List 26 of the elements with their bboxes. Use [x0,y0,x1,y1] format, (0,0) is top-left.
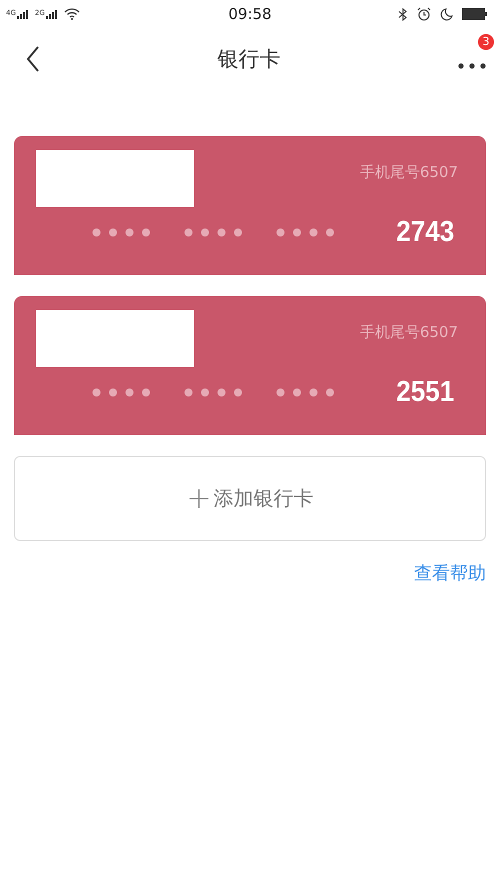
bank-card[interactable]: 手机尾号6507 2743 [14,136,486,275]
wifi-icon [64,8,80,20]
signal-icon [46,10,58,18]
more-icon[interactable] [458,62,486,68]
notification-badge: 3 [478,34,494,50]
bank-card[interactable]: 手机尾号6507 2551 [14,296,486,435]
bluetooth-icon [398,8,408,20]
alarm-icon [417,7,431,21]
status-time: 09:58 [227,5,273,23]
page-title: 银行卡 [218,46,280,73]
phone-hint: 手机尾号6507 [360,323,458,342]
card-last-digits: 2551 [396,376,455,409]
card-last-digits: 2743 [396,216,455,249]
back-icon[interactable] [26,46,40,72]
masked-digits-icon [184,228,242,237]
moon-icon [440,8,453,20]
add-bank-card-button[interactable]: +添加银行卡 [14,456,486,541]
masked-digits-icon [92,228,150,237]
battery-icon [462,8,488,20]
help-link[interactable]: 查看帮助 [414,561,486,585]
masked-digits-icon [276,388,334,397]
masked-digits-icon [92,388,150,397]
signal-icon [16,10,29,18]
masked-digits-icon [184,388,242,397]
masked-digits-icon [276,228,334,237]
phone-hint: 手机尾号6507 [360,163,458,182]
